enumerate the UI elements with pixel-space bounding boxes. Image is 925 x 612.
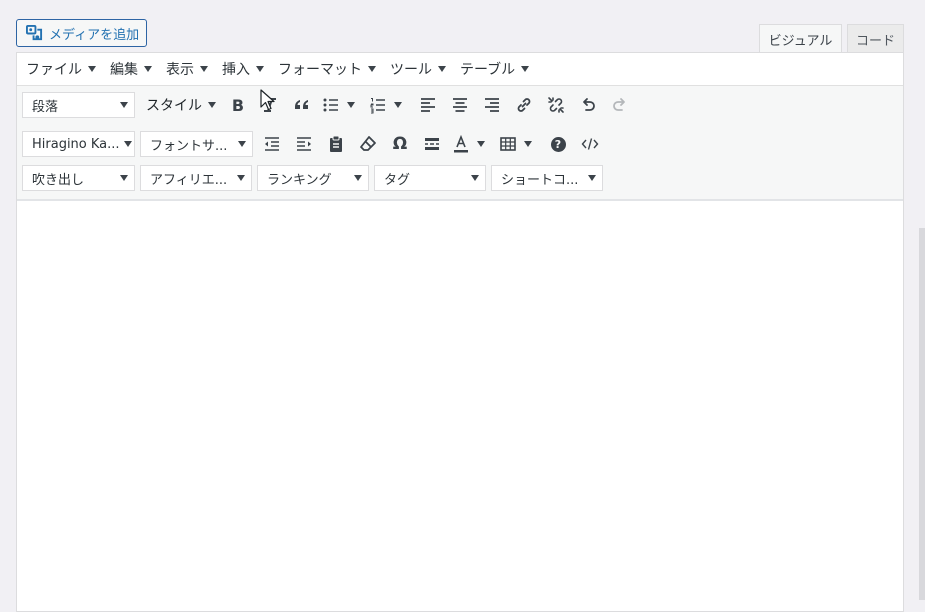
ranking-select[interactable]: ランキング [257,165,369,191]
toolbar-row-1: 段落 スタイル B [22,92,638,118]
numbered-list-button[interactable] [367,92,404,118]
table-icon [500,137,516,151]
toolbar-row-2: Hiragino Ka... フォントサ... Ω ? [22,131,608,157]
outdent-icon [265,137,279,151]
caret-down-icon [120,102,128,108]
insert-link-button[interactable] [510,92,538,118]
unlink-icon [548,97,564,113]
bullet-list-icon [323,98,338,112]
add-media-button[interactable]: メディアを追加 [16,19,147,47]
format-select[interactable]: 段落 [22,92,135,118]
mouse-pointer-icon [260,89,275,111]
caret-down-icon [88,66,96,72]
caret-down-icon [471,175,479,181]
outdent-button[interactable] [258,131,286,157]
bullet-list-button[interactable] [320,92,357,118]
menu-insert[interactable]: 挿入 [222,59,264,79]
align-left-icon [421,98,435,112]
menu-file[interactable]: ファイル [26,59,96,79]
align-right-icon [485,98,499,112]
undo-icon [583,98,595,111]
omega-icon: Ω [392,134,408,154]
undo-button[interactable] [574,92,602,118]
align-center-icon [453,98,467,112]
code-icon [581,138,599,150]
paste-as-text-button[interactable] [322,131,350,157]
balloon-select[interactable]: 吹き出し [22,165,135,191]
text-color-icon [454,135,468,153]
caret-down-icon [438,66,446,72]
caret-down-icon [256,66,264,72]
caret-down-icon [477,141,485,147]
tag-select[interactable]: タグ [374,165,486,191]
numbered-list-icon [370,98,385,114]
special-character-button[interactable]: Ω [386,131,414,157]
caret-down-icon [368,66,376,72]
menu-view[interactable]: 表示 [166,59,208,79]
editor: ファイル 編集 表示 挿入 フォーマット ツール テーブル 段落 スタイル B … [16,52,904,612]
clear-formatting-button[interactable] [354,131,382,157]
toolbar-row-3: 吹き出し アフィリエ... ランキング タグ ショートコ... [22,165,608,191]
text-color-button[interactable] [450,131,487,157]
editor-menubar: ファイル 編集 表示 挿入 フォーマット ツール テーブル [17,53,903,86]
help-icon: ? [550,136,566,152]
shortcode-select[interactable]: ショートコ... [491,165,603,191]
menu-format[interactable]: フォーマット [278,59,376,79]
caret-down-icon [521,66,530,72]
caret-down-icon [394,102,402,108]
blockquote-button[interactable] [288,92,316,118]
add-media-label: メディアを追加 [49,27,140,43]
menu-edit[interactable]: 編集 [110,59,152,79]
caret-down-icon [144,66,152,72]
redo-icon [613,98,625,111]
indent-button[interactable] [290,131,318,157]
affiliate-select[interactable]: アフィリエ... [140,165,252,191]
redo-button[interactable] [606,92,634,118]
caret-down-icon [237,175,245,181]
caret-down-icon [347,102,355,108]
caret-down-icon [120,175,128,181]
caret-down-icon [354,175,362,181]
horizontal-line-button[interactable] [418,131,446,157]
tab-visual[interactable]: ビジュアル [759,24,842,53]
caret-down-icon [200,66,208,72]
link-icon [517,98,531,112]
menu-table[interactable]: テーブル [460,59,530,79]
clipboard-icon [330,135,342,152]
scrollbar-edge [919,228,925,600]
eraser-icon [360,136,376,151]
font-family-select[interactable]: Hiragino Ka... [22,131,135,157]
caret-down-icon [208,102,216,108]
help-button[interactable]: ? [544,131,572,157]
bold-button[interactable]: B [224,92,252,118]
caret-down-icon [524,141,532,147]
indent-icon [297,137,311,151]
caret-down-icon [238,141,246,147]
font-size-select[interactable]: フォントサ... [140,131,253,157]
code-view-button[interactable] [576,131,604,157]
align-left-button[interactable] [414,92,442,118]
menu-tools[interactable]: ツール [390,59,446,79]
caret-down-icon [123,141,132,147]
editor-toolbar: 段落 スタイル B Hiragino Ka... フォントサ... Ω ? 吹き… [17,86,903,201]
bold-icon: B [231,95,245,115]
remove-link-button[interactable] [542,92,570,118]
caret-down-icon [588,175,596,181]
style-dropdown[interactable]: スタイル [146,95,216,115]
read-more-icon [425,138,439,150]
tab-code[interactable]: コード [847,24,904,53]
editor-content-area[interactable] [17,201,903,611]
quote-icon [295,100,308,109]
table-button[interactable] [497,131,534,157]
media-icon [26,24,43,42]
align-center-button[interactable] [446,92,474,118]
align-right-button[interactable] [478,92,506,118]
